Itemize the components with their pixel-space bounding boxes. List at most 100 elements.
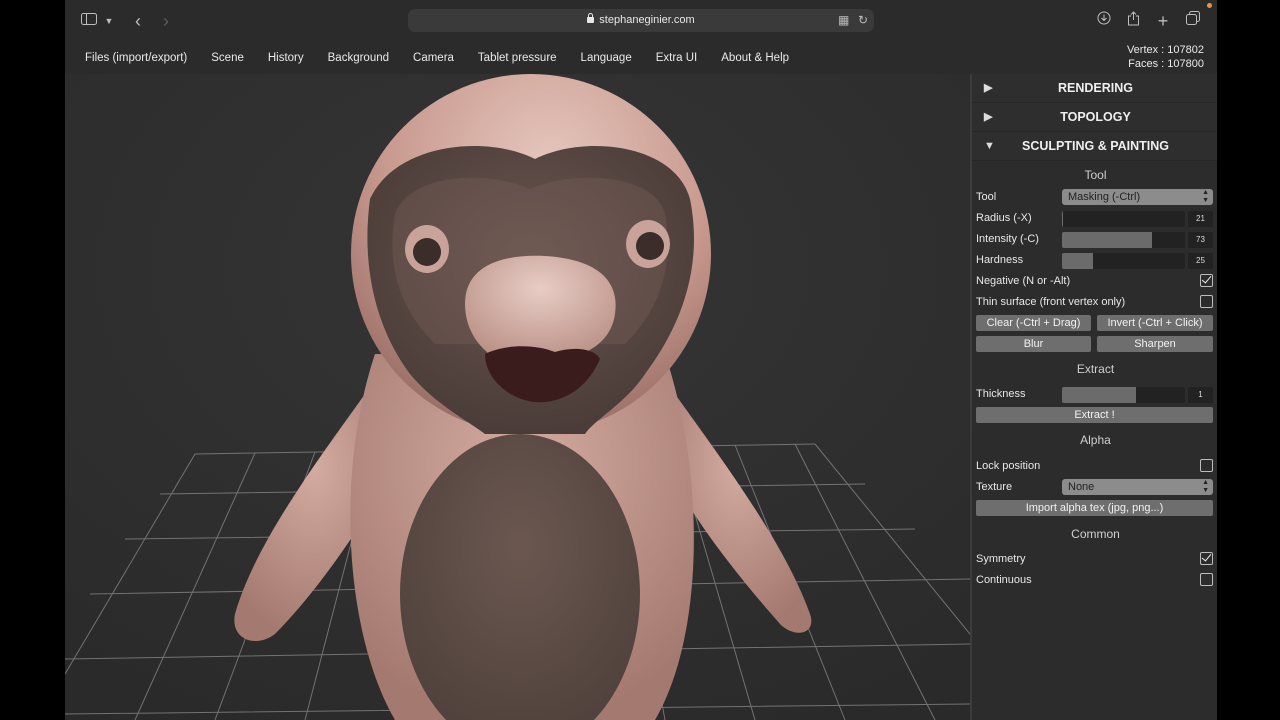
group-title-tool: Tool [1084, 168, 1107, 182]
faces-count: Faces : 107800 [1128, 58, 1204, 70]
section-sculpting-title: SCULPTING & PAINTING [1022, 139, 1169, 153]
texture-row: Texture None ▲ ▼ [972, 477, 1217, 498]
select-arrows-icon: ▲ ▼ [1202, 189, 1209, 204]
menu-item-extra-ui[interactable]: Extra UI [656, 42, 698, 74]
invert-button[interactable]: Invert (-Ctrl + Click) [1097, 315, 1213, 331]
negative-label: Negative (N or -Alt) [976, 275, 1071, 287]
lock-position-checkbox[interactable] [1200, 459, 1213, 472]
url-label: stephaneginier.com [599, 14, 695, 26]
hardness-row: Hardness 25 [972, 250, 1217, 271]
thin-surface-row: Thin surface (front vertex only) [972, 292, 1217, 313]
extract-button[interactable]: Extract ! [976, 407, 1213, 423]
blur-button[interactable]: Blur [976, 336, 1091, 352]
group-title-alpha: Alpha [1080, 433, 1111, 447]
lock-icon [587, 13, 595, 23]
tabs-overview-icon[interactable] [1185, 11, 1201, 31]
menu-item-language[interactable]: Language [581, 42, 632, 74]
symmetry-row: Symmetry [972, 549, 1217, 570]
intensity-row: Intensity (-C) 73 [972, 229, 1217, 250]
group-title-extract: Extract [1076, 362, 1115, 376]
radius-row: Radius (-X) 21 [972, 208, 1217, 229]
sidebar-toggle-icon[interactable] [80, 11, 98, 31]
intensity-value[interactable]: 73 [1188, 232, 1213, 248]
negative-checkbox[interactable] [1200, 274, 1213, 287]
continuous-label: Continuous [976, 574, 1032, 586]
section-topology-title: TOPOLOGY [1060, 110, 1131, 124]
hardness-value[interactable]: 25 [1188, 253, 1213, 269]
download-icon[interactable] [1096, 11, 1112, 31]
reload-icon[interactable]: ↻ [858, 9, 868, 32]
section-sculpting[interactable]: ▼ SCULPTING & PAINTING [972, 132, 1217, 161]
menu-item-camera[interactable]: Camera [413, 42, 454, 74]
select-arrows-icon: ▲ ▼ [1202, 479, 1209, 494]
blur-sharpen-row: Blur Sharpen [972, 334, 1217, 355]
translate-icon[interactable]: ▦ [838, 9, 849, 32]
menu-item-files[interactable]: Files (import/export) [85, 42, 187, 74]
menu-item-background[interactable]: Background [328, 42, 389, 74]
chevron-down-icon[interactable]: ▼ [103, 11, 115, 31]
thickness-slider-fill [1062, 387, 1136, 403]
thickness-row: Thickness 1 [972, 384, 1217, 405]
symmetry-label: Symmetry [976, 553, 1026, 565]
address-bar[interactable]: stephaneginier.com ▦ ↻ [408, 9, 874, 32]
vertex-count: Vertex : 107802 [1126, 44, 1204, 56]
lock-position-row: Lock position [972, 456, 1217, 477]
menu-item-history[interactable]: History [268, 42, 304, 74]
menu-item-tablet-pressure[interactable]: Tablet pressure [478, 42, 557, 74]
left-pupil [413, 238, 441, 266]
negative-row: Negative (N or -Alt) [972, 271, 1217, 292]
intensity-slider[interactable] [1062, 232, 1185, 248]
browser-toolbar: ▼ ‹ › stephaneginier.com ▦ ↻ + [65, 0, 1217, 43]
radius-label: Radius (-X) [976, 212, 1032, 224]
new-tab-icon[interactable]: + [1155, 11, 1171, 31]
menu-item-scene[interactable]: Scene [211, 42, 244, 74]
hardness-slider-fill [1062, 253, 1093, 269]
radius-slider[interactable] [1062, 211, 1185, 227]
symmetry-checkbox[interactable] [1200, 552, 1213, 565]
import-alpha-button[interactable]: Import alpha tex (jpg, png...) [976, 500, 1213, 516]
thin-surface-checkbox[interactable] [1200, 295, 1213, 308]
texture-label: Texture [976, 481, 1013, 493]
intensity-label: Intensity (-C) [976, 233, 1039, 245]
right-pupil [636, 232, 664, 260]
notification-dot [1207, 3, 1212, 8]
mesh-stats: Vertex : 107802 Faces : 107800 [1127, 43, 1204, 71]
intensity-slider-fill [1062, 232, 1152, 248]
hardness-slider[interactable] [1062, 253, 1185, 269]
thickness-label: Thickness [976, 388, 1026, 400]
texture-select[interactable]: None ▲ ▼ [1062, 479, 1213, 495]
group-title-common: Common [1071, 527, 1120, 541]
menu-item-about-help[interactable]: About & Help [721, 42, 789, 74]
thin-surface-label: Thin surface (front vertex only) [976, 296, 1126, 308]
section-topology[interactable]: ▶ TOPOLOGY [972, 103, 1217, 132]
hardness-label: Hardness [976, 254, 1024, 266]
clear-button[interactable]: Clear (-Ctrl + Drag) [976, 315, 1091, 331]
collapse-triangle-icon: ▼ [984, 140, 995, 152]
share-icon[interactable] [1125, 11, 1141, 31]
clear-invert-row: Clear (-Ctrl + Drag) Invert (-Ctrl + Cli… [972, 313, 1217, 334]
radius-slider-fill [1062, 211, 1064, 227]
thickness-value[interactable]: 1 [1188, 387, 1213, 403]
expand-triangle-icon: ▶ [984, 82, 993, 94]
tool-select[interactable]: Masking (-Ctrl) ▲ ▼ [1062, 189, 1213, 205]
3d-viewport[interactable] [65, 74, 970, 720]
sharpen-button[interactable]: Sharpen [1097, 336, 1213, 352]
import-alpha-row: Import alpha tex (jpg, png...) [972, 498, 1217, 519]
forward-icon[interactable]: › [158, 11, 174, 31]
back-icon[interactable]: ‹ [130, 11, 146, 31]
expand-triangle-icon: ▶ [984, 111, 993, 123]
continuous-checkbox[interactable] [1200, 573, 1213, 586]
tool-row: Tool Masking (-Ctrl) ▲ ▼ [972, 187, 1217, 208]
section-rendering-title: RENDERING [1057, 81, 1133, 95]
section-rendering[interactable]: ▶ RENDERING [972, 74, 1217, 103]
viewport-canvas[interactable] [65, 74, 970, 720]
tool-label: Tool [976, 191, 997, 203]
url-text: stephaneginier.com [408, 9, 874, 32]
radius-value[interactable]: 21 [1188, 211, 1213, 227]
extract-row: Extract ! [972, 405, 1217, 426]
settings-panel: ▶ RENDERING ▶ TOPOLOGY ▼ SCULPTING & PAI… [970, 74, 1217, 720]
menu-bar: Files (import/export) Scene History Back… [65, 42, 1217, 74]
thickness-slider[interactable] [1062, 387, 1185, 403]
tool-select-value: Masking (-Ctrl) [1068, 191, 1141, 203]
lock-position-label: Lock position [976, 460, 1041, 472]
